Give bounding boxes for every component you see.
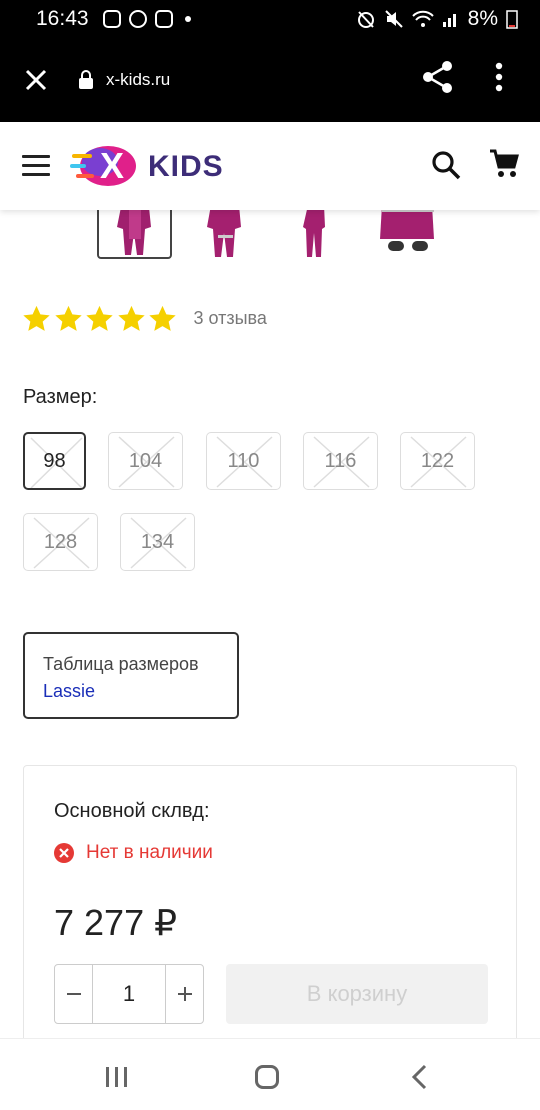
add-to-cart-button[interactable]: В корзину <box>226 964 488 1024</box>
instagram-icon <box>102 10 121 28</box>
url-bar[interactable]: x-kids.ru <box>78 70 170 90</box>
plus-icon <box>177 987 192 1001</box>
stock-status-text: Нет в наличии <box>86 842 213 863</box>
thumbnail[interactable] <box>188 205 263 259</box>
size-label: Размер: <box>23 386 98 408</box>
back-icon[interactable] <box>410 1064 428 1090</box>
product-thumbnails <box>0 205 540 263</box>
instagram-icon <box>154 10 173 28</box>
signal-icon <box>442 14 456 27</box>
reviews-link[interactable]: 3 отзыва <box>194 308 267 329</box>
thumbnail[interactable] <box>278 205 353 259</box>
warehouse-title: Основной склвд: <box>54 800 210 822</box>
stock-status: Нет в наличии <box>54 842 213 864</box>
cart-icon[interactable] <box>489 149 519 179</box>
size-option-label: 128 <box>43 530 78 553</box>
share-icon[interactable] <box>422 60 454 94</box>
site-header: X KIDS <box>0 122 540 210</box>
browser-toolbar: x-kids.ru <box>0 38 540 122</box>
star-icon <box>149 305 176 331</box>
site-logo[interactable]: X KIDS <box>70 140 235 192</box>
logo-mark: X <box>70 145 136 186</box>
alarm-off-icon <box>357 11 374 28</box>
minus-icon <box>66 993 81 995</box>
size-option-98[interactable]: 98 <box>23 432 86 490</box>
home-icon[interactable] <box>255 1065 279 1089</box>
quantity-stepper: 1 <box>54 964 204 1024</box>
size-option-label: 116 <box>324 449 357 472</box>
increase-quantity-button[interactable] <box>166 965 203 1023</box>
size-option-label: 98 <box>43 449 66 472</box>
thumbnail[interactable] <box>97 205 172 259</box>
url-text: x-kids.ru <box>106 70 171 89</box>
size-option-134[interactable]: 134 <box>120 513 195 571</box>
size-table-brand[interactable]: Lassie <box>43 678 237 705</box>
battery-percent: 8% <box>467 7 498 30</box>
size-table-title: Таблица размеров <box>43 654 199 674</box>
product-price: 7 277 ₽ <box>54 902 177 943</box>
size-option-116[interactable]: 116 <box>303 432 378 490</box>
star-icon <box>117 305 145 331</box>
lock-icon <box>79 70 93 89</box>
star-icon <box>54 305 82 331</box>
size-option-104[interactable]: 104 <box>108 432 183 490</box>
size-option-label: 110 <box>227 449 260 472</box>
size-option-128[interactable]: 128 <box>23 513 98 571</box>
search-icon[interactable] <box>431 150 461 180</box>
size-table-button[interactable]: Таблица размеров Lassie <box>23 632 239 719</box>
product-rating[interactable]: 3 отзыва <box>22 304 267 333</box>
wifi-icon <box>411 10 434 27</box>
size-option-label: 104 <box>128 449 163 472</box>
decrease-quantity-button[interactable] <box>55 965 92 1023</box>
battery-icon <box>506 10 518 29</box>
whatsapp-icon <box>128 10 147 28</box>
menu-icon[interactable] <box>22 155 50 177</box>
thumbnail[interactable] <box>372 205 447 259</box>
status-time: 16:43 <box>36 7 89 30</box>
size-option-label: 122 <box>420 449 455 472</box>
logo-text: KIDS <box>148 150 224 183</box>
status-bar: 16:43 8% <box>0 0 540 38</box>
unavailable-icon <box>54 843 74 863</box>
star-icon <box>86 305 113 331</box>
notification-icons <box>102 10 191 28</box>
svg-text:X: X <box>100 145 124 186</box>
size-option-122[interactable]: 122 <box>400 432 475 490</box>
size-option-110[interactable]: 110 <box>206 432 281 490</box>
close-icon <box>25 69 47 91</box>
close-tab-button[interactable] <box>0 38 72 122</box>
stock-card: Основной склвд: Нет в наличии 7 277 ₽ 1 … <box>23 765 517 1065</box>
size-option-label: 134 <box>140 530 175 553</box>
recent-apps-icon[interactable] <box>104 1065 130 1089</box>
star-icon <box>23 305 50 331</box>
mute-icon <box>384 10 403 28</box>
system-nav-bar <box>0 1038 540 1110</box>
more-notifications-icon <box>184 16 191 22</box>
more-menu-icon[interactable] <box>495 62 503 92</box>
quantity-input[interactable]: 1 <box>92 965 166 1023</box>
